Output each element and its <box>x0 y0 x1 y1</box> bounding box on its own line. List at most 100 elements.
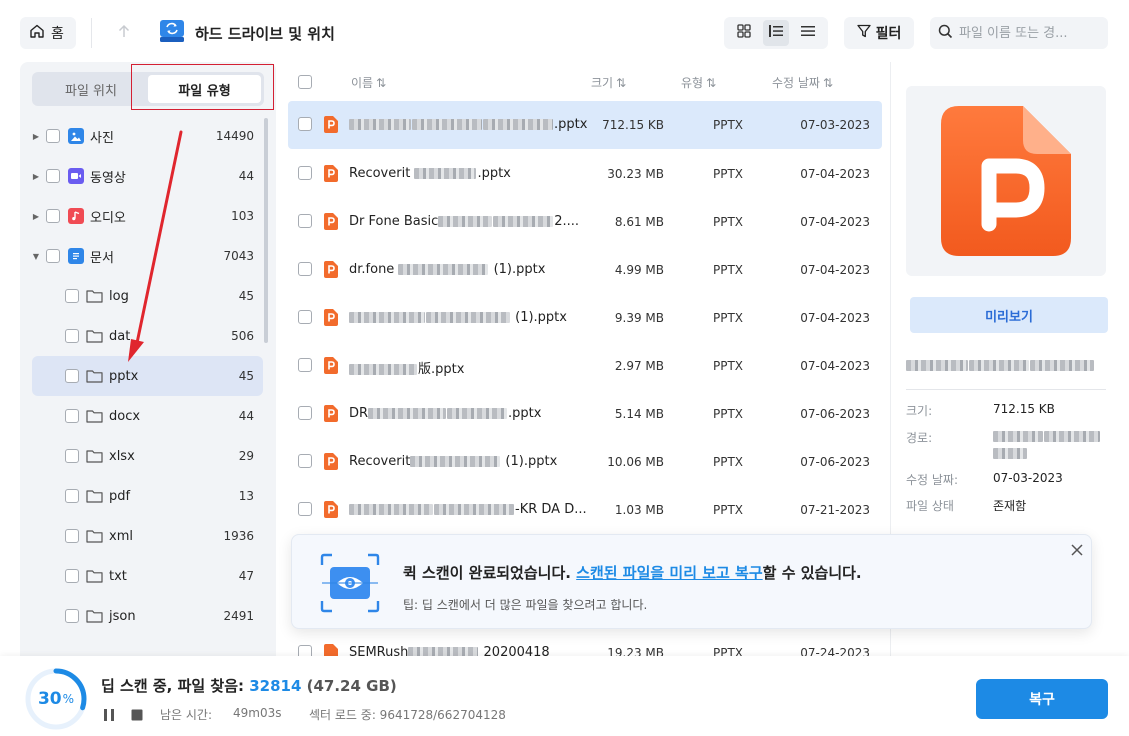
file-type: PPTX <box>712 646 744 656</box>
file-size: 9.39 MB <box>614 311 664 325</box>
category-checkbox[interactable] <box>46 129 60 143</box>
file-type: PPTX <box>712 311 744 325</box>
file-row[interactable]: dr.fone (1).pptx 4.99 MB PPTX 07-04-2023 <box>288 246 882 294</box>
preview-divider <box>906 389 1106 390</box>
file-size: 30.23 MB <box>607 167 664 181</box>
file-name: Recoverit .pptx <box>349 166 511 181</box>
expand-caret-icon[interactable]: ▶ <box>32 212 40 221</box>
pptx-file-icon <box>324 644 338 656</box>
sidebar-item-label: pptx <box>109 368 139 384</box>
sidebar-item-xml[interactable]: xml 1936 <box>32 516 263 556</box>
toast-tip: 팁: 딥 스캔에서 더 많은 파일을 찾으려고 합니다. <box>403 598 648 612</box>
file-checkbox[interactable] <box>298 454 312 468</box>
folder-checkbox[interactable] <box>65 329 79 343</box>
sidebar-item-pptx[interactable]: pptx 45 <box>32 356 263 396</box>
sidebar-item-label: 사진 <box>90 130 114 146</box>
video-icon <box>68 168 84 184</box>
category-checkbox[interactable] <box>46 249 60 263</box>
file-name: SEMRush 20200418 <box>349 645 550 656</box>
sidebar-item-documents[interactable]: ▼ 문서 7043 <box>32 236 263 276</box>
scan-status-bar: 30% 딥 스캔 중, 파일 찾음: 32814 (47.24 GB) 남은 시… <box>0 656 1129 736</box>
sidebar-item-audio[interactable]: ▶ 오디오 103 <box>32 196 263 236</box>
home-button[interactable]: 홈 <box>20 17 76 49</box>
sidebar-item-txt[interactable]: txt 47 <box>32 556 263 596</box>
detail-list-view-button[interactable] <box>763 20 789 46</box>
folder-checkbox[interactable] <box>65 489 79 503</box>
stop-icon[interactable] <box>130 708 144 726</box>
preview-recover-link[interactable]: 스캔된 파일을 미리 보고 복구 <box>576 564 763 582</box>
folder-checkbox[interactable] <box>65 369 79 383</box>
file-row[interactable]: -KR DA D... 1.03 MB PPTX 07-21-2023 <box>288 486 882 534</box>
sort-icon: ⇅ <box>376 75 387 90</box>
category-checkbox[interactable] <box>46 209 60 223</box>
filter-button[interactable]: 필터 <box>844 17 914 49</box>
list-view-button[interactable] <box>795 20 821 46</box>
file-row[interactable]: .pptx 712.15 KB PPTX 07-03-2023 <box>288 101 882 149</box>
file-checkbox[interactable] <box>298 310 312 324</box>
expand-caret-icon[interactable]: ▶ <box>32 172 40 181</box>
pause-icon[interactable] <box>102 708 116 726</box>
sidebar-scrollbar[interactable] <box>264 118 268 343</box>
recover-button[interactable]: 복구 <box>976 679 1108 719</box>
file-row[interactable]: Recoverit (1).pptx 10.06 MB PPTX 07-06-2… <box>288 438 882 486</box>
grid-view-button[interactable] <box>731 20 757 46</box>
file-row-partial[interactable]: SEMRush 20200418 19.23 MB PPTX 07-24-202… <box>288 629 882 656</box>
category-checkbox[interactable] <box>46 169 60 183</box>
file-checkbox[interactable] <box>298 166 312 180</box>
up-directory-button[interactable] <box>108 17 140 49</box>
view-mode-group <box>724 17 828 49</box>
sidebar-item-dat[interactable]: dat 506 <box>32 316 263 356</box>
expand-caret-icon[interactable]: ▶ <box>32 132 40 141</box>
sidebar-item-xlsx[interactable]: xlsx 29 <box>32 436 263 476</box>
folder-checkbox[interactable] <box>65 409 79 423</box>
file-checkbox[interactable] <box>298 645 312 656</box>
folder-checkbox[interactable] <box>65 289 79 303</box>
folder-checkbox[interactable] <box>65 609 79 623</box>
sort-by-type[interactable]: 유형 ⇅ <box>681 74 716 91</box>
file-checkbox[interactable] <box>298 117 312 131</box>
folder-checkbox[interactable] <box>65 569 79 583</box>
sort-by-date[interactable]: 수정 날짜 ⇅ <box>772 74 833 91</box>
file-type: PPTX <box>712 263 744 277</box>
sidebar-item-count: 1936 <box>223 529 254 543</box>
file-row[interactable]: (1).pptx 9.39 MB PPTX 07-04-2023 <box>288 294 882 342</box>
file-date: 07-24-2023 <box>800 646 870 656</box>
close-icon[interactable] <box>1068 541 1086 559</box>
folder-icon <box>86 449 103 463</box>
folder-checkbox[interactable] <box>65 449 79 463</box>
file-size: 4.99 MB <box>614 263 664 277</box>
sidebar-item-pdf[interactable]: pdf 13 <box>32 476 263 516</box>
sort-by-size[interactable]: 크기 ⇅ <box>591 74 626 91</box>
column-header-size: 크기 <box>591 76 614 90</box>
file-name: .pptx <box>349 117 587 132</box>
pptx-file-icon <box>324 405 338 422</box>
file-date: 07-04-2023 <box>800 215 870 229</box>
file-row[interactable]: 版.pptx 2.97 MB PPTX 07-04-2023 <box>288 342 882 390</box>
file-row[interactable]: Dr Fone Basic 2.... 8.61 MB PPTX 07-04-20… <box>288 198 882 246</box>
file-name: dr.fone (1).pptx <box>349 262 546 277</box>
file-type: PPTX <box>712 407 744 421</box>
scan-progress-percent: 30% <box>37 689 75 709</box>
file-checkbox[interactable] <box>298 214 312 228</box>
select-all-checkbox[interactable] <box>298 75 312 89</box>
sidebar-item-log[interactable]: log 45 <box>32 276 263 316</box>
pptx-file-icon <box>324 357 338 374</box>
sort-by-name[interactable]: 이름 ⇅ <box>351 74 386 91</box>
sidebar-item-videos[interactable]: ▶ 동영상 44 <box>32 156 263 196</box>
top-toolbar: 홈 하드 드라이브 및 위치 필터 파일 이름 또는 경... <box>0 0 1129 62</box>
collapse-caret-icon[interactable]: ▼ <box>32 252 40 261</box>
sidebar-item-photos[interactable]: ▶ 사진 14490 <box>32 116 263 156</box>
sidebar-item-docx[interactable]: docx 44 <box>32 396 263 436</box>
file-row[interactable]: DR .pptx 5.14 MB PPTX 07-06-2023 <box>288 390 882 438</box>
sidebar-item-json[interactable]: json 2491 <box>32 596 263 636</box>
image-icon <box>68 128 84 144</box>
file-row[interactable]: Recoverit .pptx 30.23 MB PPTX 07-04-2023 <box>288 150 882 198</box>
file-checkbox[interactable] <box>298 358 312 372</box>
folder-checkbox[interactable] <box>65 529 79 543</box>
file-checkbox[interactable] <box>298 262 312 276</box>
search-input[interactable] <box>959 25 1099 41</box>
preview-button[interactable]: 미리보기 <box>910 297 1108 333</box>
file-checkbox[interactable] <box>298 502 312 516</box>
pptx-file-icon <box>324 501 338 518</box>
file-checkbox[interactable] <box>298 406 312 420</box>
